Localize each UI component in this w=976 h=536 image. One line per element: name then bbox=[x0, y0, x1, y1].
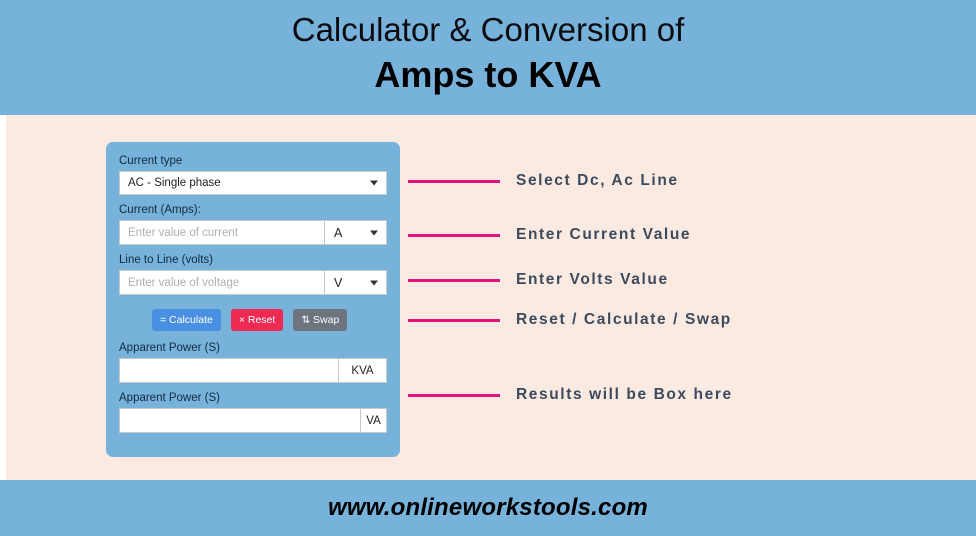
result-va-input-group: VA bbox=[119, 408, 387, 433]
annotation-label: Enter Volts Value bbox=[516, 271, 669, 288]
left-white-strip bbox=[0, 115, 6, 480]
chevron-down-icon bbox=[370, 180, 378, 186]
current-unit-select[interactable]: A bbox=[324, 221, 386, 244]
current-amps-field: Current (Amps): A bbox=[119, 203, 387, 245]
action-buttons-row: = Calculate × Reset ⇅ Swap bbox=[152, 309, 387, 331]
current-type-select[interactable]: AC - Single phase bbox=[119, 171, 387, 195]
footer-website-text: www.onlineworkstools.com bbox=[328, 494, 648, 521]
annotation-leader-line bbox=[408, 393, 500, 397]
voltage-input-group: V bbox=[119, 270, 387, 295]
page-title-line-2: Amps to KVA bbox=[374, 54, 602, 95]
current-amps-label: Current (Amps): bbox=[119, 204, 201, 216]
current-type-label: Current type bbox=[119, 155, 183, 167]
voltage-label: Line to Line (volts) bbox=[119, 254, 213, 266]
result-kva-input-group: KVA bbox=[119, 358, 387, 383]
footer-banner: www.onlineworkstools.com bbox=[0, 480, 976, 536]
annotation-leader-line bbox=[408, 278, 500, 282]
current-amps-input-group: A bbox=[119, 220, 387, 245]
result-kva-input[interactable] bbox=[120, 359, 338, 382]
swap-button[interactable]: ⇅ Swap bbox=[293, 309, 348, 331]
annotation-leader-line bbox=[408, 179, 500, 183]
current-type-selected-value: AC - Single phase bbox=[128, 177, 221, 189]
annotation-leader-line bbox=[408, 233, 500, 237]
annotation-select-line: Select Dc, Ac Line bbox=[408, 172, 679, 190]
result-va-unit: VA bbox=[360, 409, 386, 432]
result-va-field: Apparent Power (S) VA bbox=[119, 391, 387, 433]
annotation-buttons: Reset / Calculate / Swap bbox=[408, 311, 732, 329]
voltage-input[interactable] bbox=[120, 271, 324, 294]
calculator-panel: Current type AC - Single phase Current (… bbox=[106, 142, 400, 457]
annotation-results: Results will be Box here bbox=[408, 386, 733, 404]
annotation-leader-line bbox=[408, 318, 500, 322]
calculate-button[interactable]: = Calculate bbox=[152, 309, 221, 331]
result-kva-field: Apparent Power (S) KVA bbox=[119, 341, 387, 383]
header-banner: Calculator & Conversion of Amps to KVA bbox=[0, 0, 976, 115]
current-amps-input[interactable] bbox=[120, 221, 324, 244]
voltage-unit-select[interactable]: V bbox=[324, 271, 386, 294]
chevron-down-icon bbox=[370, 230, 378, 235]
annotation-label: Enter Current Value bbox=[516, 226, 692, 243]
voltage-field: Line to Line (volts) V bbox=[119, 253, 387, 295]
page-title-line-1: Calculator & Conversion of bbox=[291, 11, 685, 48]
annotation-label: Select Dc, Ac Line bbox=[516, 172, 679, 189]
result-va-input[interactable] bbox=[120, 409, 360, 432]
current-type-field: Current type AC - Single phase bbox=[119, 154, 387, 195]
chevron-down-icon bbox=[370, 280, 378, 285]
annotation-label: Results will be Box here bbox=[516, 386, 733, 403]
annotation-current-value: Enter Current Value bbox=[408, 226, 691, 244]
annotation-volts-value: Enter Volts Value bbox=[408, 271, 669, 289]
current-unit-value: A bbox=[334, 225, 343, 240]
result-va-label: Apparent Power (S) bbox=[119, 392, 220, 404]
page-root: Calculator & Conversion of Amps to KVA C… bbox=[0, 0, 976, 536]
result-kva-unit: KVA bbox=[338, 359, 386, 382]
voltage-unit-value: V bbox=[334, 275, 343, 290]
result-kva-label: Apparent Power (S) bbox=[119, 342, 220, 354]
reset-button[interactable]: × Reset bbox=[230, 309, 284, 331]
annotation-label: Reset / Calculate / Swap bbox=[516, 311, 732, 328]
